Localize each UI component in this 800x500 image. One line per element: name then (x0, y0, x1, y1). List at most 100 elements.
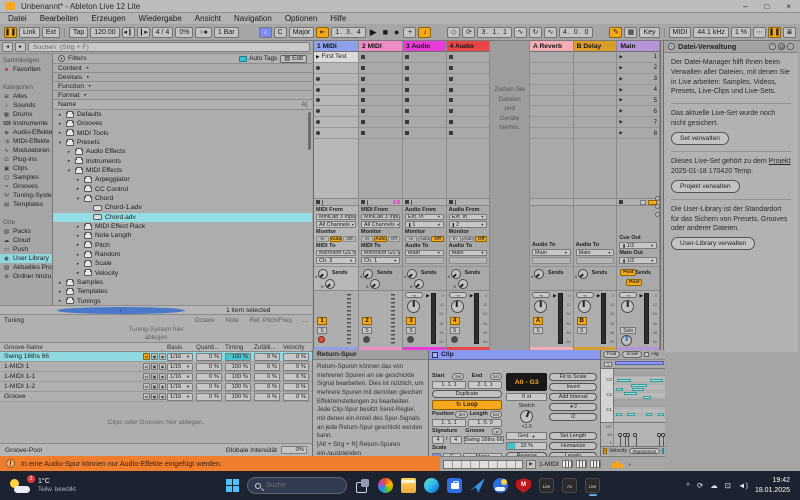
clip-slot[interactable] (446, 117, 490, 129)
clip-slot[interactable] (359, 128, 402, 139)
midi-note[interactable] (657, 413, 664, 416)
quantize-field[interactable]: 0 % (196, 392, 222, 401)
overflow-icon[interactable]: ⋯ (753, 26, 766, 38)
menu-bearbeiten[interactable]: Bearbeiten (40, 14, 79, 23)
clip-play-icon[interactable]: ▶ (526, 459, 536, 469)
loop-length-field[interactable]: 4. 0. 0 (558, 26, 594, 38)
track-header-1-midi[interactable]: 1 MIDI (314, 41, 358, 52)
track-header-4-audio[interactable]: 4 Audio (446, 41, 490, 52)
send-a-knob[interactable] (577, 269, 588, 279)
maximize-button[interactable]: □ (764, 2, 769, 11)
blue-arrow-app-icon[interactable] (470, 478, 485, 493)
output-type-menu[interactable]: Main ▼ (532, 249, 571, 256)
category-instrumente[interactable]: ⌨ Instrumente (0, 119, 52, 128)
send-a-knob[interactable] (363, 269, 373, 279)
solo-button[interactable]: S (449, 327, 460, 334)
clip-slot[interactable] (403, 106, 446, 118)
hidden-icons-chevron[interactable]: ^ (686, 481, 690, 490)
groove-row[interactable]: Groove ⇄ ▣ ◉ 1/16 ▼ 0 % 100 % 0 % 0 % (0, 392, 312, 402)
clip-slot[interactable] (403, 63, 446, 74)
clip-slot[interactable] (573, 52, 617, 63)
tree-item-defaults[interactable]: ▸ Defaults (53, 110, 312, 119)
new-midi-icon[interactable]: + (403, 26, 417, 38)
lane-menu-icon[interactable]: ≡ (603, 448, 608, 454)
track-stop-row[interactable] (573, 198, 617, 206)
punch-in-icon[interactable]: ∿ (513, 26, 527, 38)
scene-play-icon[interactable]: ▶ (619, 97, 622, 103)
highlight-checkbox[interactable] (644, 352, 650, 357)
groove-col-zuf-lli-[interactable]: Zufälli... (254, 344, 283, 351)
minimize-button[interactable]: – (743, 2, 747, 11)
volume-display[interactable]: -∞ (405, 292, 423, 298)
stop-clips-icon[interactable] (361, 200, 365, 204)
quantize-grid-menu[interactable]: Grid ▼ (506, 432, 548, 440)
category-modulatoren[interactable]: ∿ Modulatoren (0, 146, 52, 155)
clip-slot[interactable] (314, 96, 358, 107)
ext-toggle[interactable]: Ext (41, 26, 60, 38)
hot-swap-icon[interactable]: ⇄ (143, 363, 150, 370)
record-button[interactable]: ● (394, 27, 399, 37)
edit-tags-button[interactable]: ▤ Edit (280, 54, 307, 63)
clip-first-test[interactable]: ▶ First Test (314, 52, 358, 63)
output-channel-menu[interactable]: Ch. 3 ▼ (316, 257, 356, 264)
fit-to-scale-button[interactable]: Fit to Scale (549, 373, 597, 381)
tree-item-midi-tools[interactable]: ▸ MIDI Tools (53, 129, 312, 138)
global-intensity-field[interactable]: 0% (281, 446, 307, 454)
quantize-menu[interactable]: 1 Bar (213, 26, 239, 38)
tree-item-chord-1-adv[interactable]: Chord-1.adv (53, 203, 312, 212)
expander-icon[interactable]: ▸ (57, 280, 63, 286)
category-plug-ins[interactable]: ⊡ Plug-ins (0, 155, 52, 164)
input-channel-menu[interactable]: ❚ 2 ▼ (448, 221, 488, 228)
scene-play-icon[interactable]: ▶ (619, 130, 622, 136)
clip-slot[interactable] (314, 128, 358, 139)
tree-scrollbar[interactable] (308, 112, 311, 150)
clip-slot[interactable] (403, 128, 446, 139)
clip-slot[interactable] (314, 106, 358, 118)
clip-slot[interactable]: ▶ 5 (617, 96, 659, 107)
fader-handle-icon[interactable]: ▶ (639, 293, 643, 299)
save-icon[interactable]: ▣ (151, 393, 158, 400)
input-channel-menu[interactable]: All Channels ▼ (316, 221, 356, 228)
clip-slot[interactable] (314, 74, 358, 85)
input-type-menu[interactable]: MiniLab 3 Inpu▼ (316, 213, 356, 221)
velocity-field[interactable]: 0 % (283, 382, 309, 391)
output-channel-menu[interactable]: Ch. 1 ▼ (361, 257, 400, 264)
forward-button[interactable]: ► (15, 42, 26, 52)
main-out-menu[interactable]: ❚ 1/2 ▼ (619, 257, 657, 264)
send-b-knob[interactable] (457, 279, 468, 289)
edge-icon[interactable] (424, 478, 439, 493)
clip-slot[interactable] (573, 85, 617, 96)
place-aktuelles-pro[interactable]: ▨ Aktuelles Pro (0, 263, 52, 272)
arm-button[interactable] (407, 336, 414, 343)
copilot-icon[interactable] (378, 478, 393, 493)
expander-icon[interactable]: ▾ (66, 168, 72, 174)
clip-slot[interactable] (359, 96, 402, 107)
clip-slot[interactable]: ▶ 2 (617, 63, 659, 74)
tuning-drop-zone[interactable]: Tuning-System hier ablegen (0, 326, 312, 342)
tempo-field[interactable]: 120.00 (90, 26, 120, 38)
sends-toggle-icon[interactable] (654, 204, 660, 209)
send-a-knob[interactable] (407, 269, 417, 279)
save-icon[interactable]: ▣ (151, 353, 158, 360)
input-type-menu[interactable]: Ext. In ▼ (405, 213, 444, 221)
menu-erzeugen[interactable]: Erzeugen (91, 14, 125, 23)
randomize-amount[interactable] (662, 448, 665, 454)
expander-icon[interactable]: ▸ (75, 261, 81, 267)
random-field[interactable]: 0 % (254, 392, 280, 401)
hot-swap-icon[interactable]: ⇄ (143, 353, 150, 360)
expander-icon[interactable]: ▸ (57, 289, 63, 295)
loop-button[interactable]: ↻ Loop (432, 399, 502, 410)
groove-col-quanti-[interactable]: Quanti... (196, 344, 225, 351)
hot-swap-icon[interactable]: ⇄ (143, 383, 150, 390)
file-explorer-icon[interactable] (401, 478, 416, 493)
tree-item-cc-control[interactable]: ▸ CC Control (53, 185, 312, 194)
category-tuning-syste[interactable]: Ψ Tuning-Syste (0, 191, 52, 200)
timing-field[interactable]: 100 % (225, 392, 251, 401)
category-templates[interactable]: ▤ Templates (0, 200, 52, 209)
collection-favorites[interactable]: ■ Favoriten (0, 65, 52, 74)
tree-item-arpeggiator[interactable]: ▸ Arpeggiator (53, 175, 312, 184)
half-tempo-button[interactable]: /2 (549, 413, 597, 421)
clip-slot[interactable] (573, 96, 617, 107)
metronome-toggle[interactable]: ○● (195, 26, 212, 38)
monitor-in[interactable]: In (316, 235, 329, 243)
